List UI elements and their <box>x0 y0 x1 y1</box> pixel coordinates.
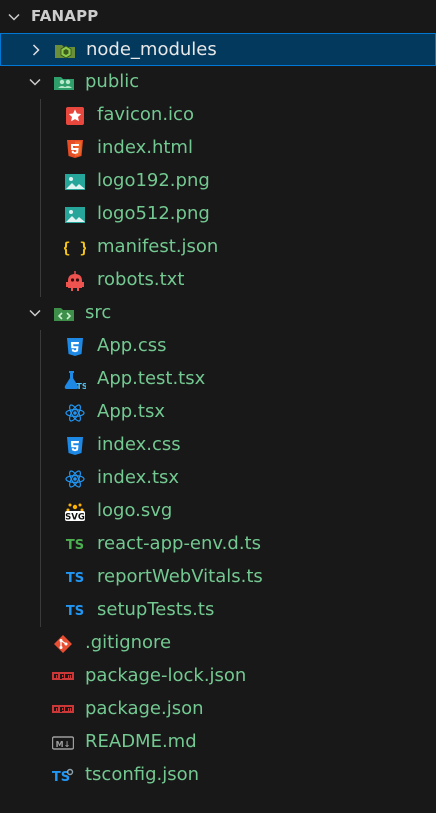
tree-item-logo512[interactable]: logo512.png <box>0 198 436 231</box>
ts-badge: TS <box>65 537 85 553</box>
tree-item-label: logo192.png <box>97 170 210 191</box>
typescript-icon: TS <box>64 600 86 622</box>
robot-icon <box>64 270 86 292</box>
json-braces-icon: { } <box>64 237 86 259</box>
tree-item-gitignore[interactable]: .gitignore <box>0 627 436 660</box>
tree-item-package-lock[interactable]: package-lock.json <box>0 660 436 693</box>
tree-item-label: logo.svg <box>97 500 173 521</box>
tree-item-index-css[interactable]: index.css <box>0 429 436 462</box>
tree-item-label: node_modules <box>86 39 217 60</box>
tree-item-label: public <box>85 71 140 92</box>
tree-item-robots[interactable]: robots.txt <box>0 264 436 297</box>
svg-text:{ }: { } <box>64 239 86 257</box>
tree-item-src[interactable]: src <box>0 297 436 330</box>
react-icon <box>64 402 86 424</box>
svg-file-icon: SVG <box>64 501 86 523</box>
chevron-right-icon[interactable] <box>28 42 44 58</box>
tree-item-label: package-lock.json <box>85 665 247 686</box>
chevron-down-icon[interactable] <box>27 305 43 321</box>
tree-item-report-web-vitals[interactable]: TS reportWebVitals.ts <box>0 561 436 594</box>
indent-guide-src <box>40 330 41 627</box>
tree-item-logo192[interactable]: logo192.png <box>0 165 436 198</box>
tree-item-tsconfig[interactable]: TS tsconfig.json <box>0 759 436 792</box>
tree-item-react-env[interactable]: TS react-app-env.d.ts <box>0 528 436 561</box>
tree-item-label: App.test.tsx <box>97 368 206 389</box>
git-icon <box>52 633 74 655</box>
chevron-down-icon[interactable] <box>27 74 43 90</box>
tree-item-index-html[interactable]: index.html <box>0 132 436 165</box>
tree-item-label: App.tsx <box>97 401 165 422</box>
tree-item-label: index.css <box>97 434 181 455</box>
image-icon <box>64 204 86 226</box>
npm-icon <box>52 666 74 688</box>
svg-text:TS: TS <box>76 382 86 391</box>
tree-item-index-tsx[interactable]: index.tsx <box>0 462 436 495</box>
tree-item-label: README.md <box>85 731 197 752</box>
svg-badge-text: SVG <box>65 513 85 523</box>
node-folder-icon <box>54 40 76 62</box>
tree-item-logo-svg[interactable]: SVG logo.svg <box>0 495 436 528</box>
tree-item-label: logo512.png <box>97 203 210 224</box>
tree-item-node-modules[interactable]: node_modules <box>0 33 436 66</box>
react-icon <box>64 468 86 490</box>
tree-item-label: reportWebVitals.ts <box>97 566 263 587</box>
tree-item-label: react-app-env.d.ts <box>97 533 261 554</box>
tree-item-favicon[interactable]: favicon.ico <box>0 99 436 132</box>
file-tree: node_modules public favicon.ico index.ht… <box>0 33 436 792</box>
chevron-down-icon[interactable] <box>6 9 22 25</box>
tree-item-app-test[interactable]: TS App.test.tsx <box>0 363 436 396</box>
test-flask-icon: TS <box>64 369 86 391</box>
favicon-star-icon <box>64 105 86 127</box>
tsconfig-icon: TS <box>52 765 74 787</box>
ts-badge: TS <box>65 570 85 586</box>
css3-icon <box>64 435 86 457</box>
src-folder-icon <box>53 303 75 325</box>
explorer-header[interactable]: FANAPP <box>0 0 436 33</box>
public-folder-icon <box>53 72 75 94</box>
tree-item-package-json[interactable]: package.json <box>0 693 436 726</box>
file-explorer: FANAPP node_modules public favicon.ico i… <box>0 0 436 813</box>
tree-item-manifest[interactable]: { } manifest.json <box>0 231 436 264</box>
tree-item-label: .gitignore <box>85 632 172 653</box>
tree-item-app-tsx[interactable]: App.tsx <box>0 396 436 429</box>
indent-guide-public <box>40 99 41 297</box>
tree-item-setup-tests[interactable]: TS setupTests.ts <box>0 594 436 627</box>
tree-item-label: setupTests.ts <box>97 599 215 620</box>
tree-item-label: robots.txt <box>97 269 185 290</box>
npm-icon <box>52 699 74 721</box>
typescript-icon: TS <box>64 567 86 589</box>
tree-item-label: tsconfig.json <box>85 764 200 785</box>
tree-item-label: manifest.json <box>97 236 219 257</box>
tree-item-public[interactable]: public <box>0 66 436 99</box>
tree-item-readme[interactable]: M↓ README.md <box>0 726 436 759</box>
md-badge-text: M↓ <box>56 740 71 749</box>
ts-badge: TS <box>65 603 85 619</box>
tree-item-label: src <box>85 302 112 323</box>
tree-item-label: App.css <box>97 335 167 356</box>
tree-item-label: favicon.ico <box>97 104 194 125</box>
explorer-title: FANAPP <box>31 7 99 25</box>
tree-item-label: package.json <box>85 698 204 719</box>
image-icon <box>64 171 86 193</box>
css3-icon <box>64 336 86 358</box>
tree-item-label: index.html <box>97 137 193 158</box>
markdown-icon: M↓ <box>52 732 74 754</box>
tree-item-label: index.tsx <box>97 467 180 488</box>
tree-item-app-css[interactable]: App.css <box>0 330 436 363</box>
html5-icon <box>64 138 86 160</box>
typescript-def-icon: TS <box>64 534 86 556</box>
